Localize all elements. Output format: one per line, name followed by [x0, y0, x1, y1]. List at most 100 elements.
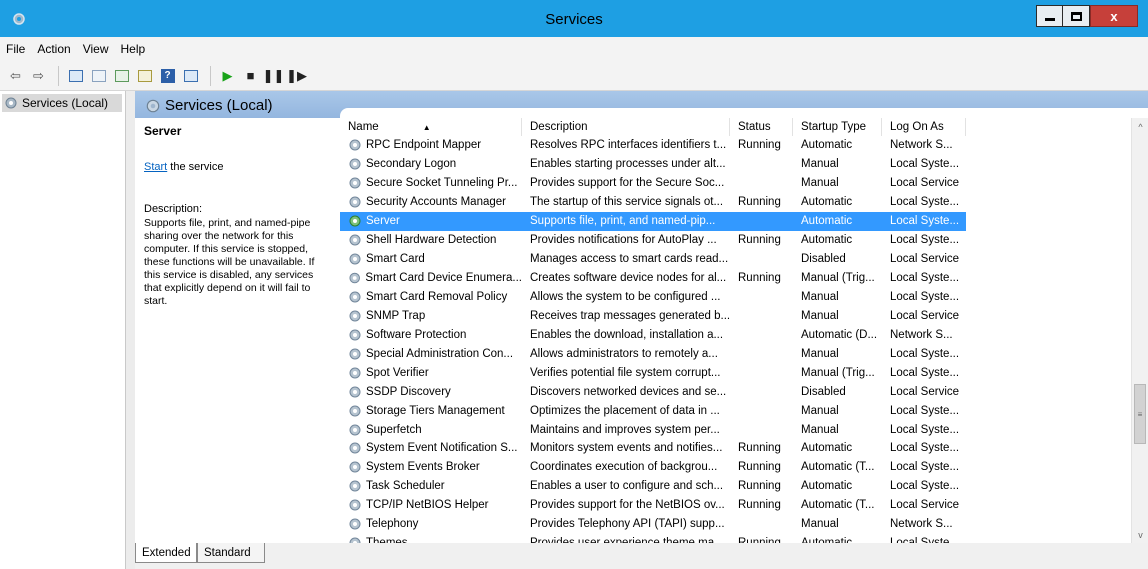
service-gear-icon: [349, 310, 361, 322]
column-header-status[interactable]: Status: [730, 118, 793, 136]
cell-logon: Network S...: [890, 139, 953, 152]
column-header-name[interactable]: Name ▲: [340, 118, 522, 136]
service-name: Server: [366, 215, 400, 228]
table-row[interactable]: Spot Verifier Verifies potential file sys…: [340, 363, 966, 382]
table-row[interactable]: Telephony Provides Telephony API (TAPI) s…: [340, 515, 966, 534]
stop-service-icon[interactable]: ■: [241, 66, 260, 85]
cell-name: SSDP Discovery: [348, 382, 522, 401]
cell-startup: Manual: [801, 158, 839, 171]
column-header-startup-type[interactable]: Startup Type: [793, 118, 882, 136]
table-row[interactable]: Server Supports file, print, and named-pi…: [340, 211, 966, 231]
service-gear-icon: [349, 234, 361, 246]
table-row[interactable]: Task Scheduler Enables a user to configur…: [340, 477, 966, 496]
service-gear-icon: [349, 139, 361, 151]
export-list-icon[interactable]: [135, 66, 154, 85]
cell-status: Running: [738, 139, 781, 152]
table-row[interactable]: Smart Card Device Enumera... Creates soft…: [340, 269, 966, 288]
pause-service-icon[interactable]: ❚❚: [263, 66, 285, 85]
cell-logon: Local Syste...: [890, 404, 960, 417]
vertical-scrollbar[interactable]: ^ ≡ v: [1131, 118, 1148, 543]
scroll-thumb[interactable]: ≡: [1134, 384, 1146, 444]
service-gear-icon: [349, 253, 361, 265]
cell-logon: Local Service: [890, 309, 960, 322]
cell-description: Discovers networked devices and se...: [530, 385, 727, 398]
maximize-icon: [1070, 11, 1082, 21]
service-rows: RPC Endpoint Mapper Resolves RPC interfac…: [340, 136, 966, 553]
cell-startup: Automatic (T...: [801, 499, 875, 512]
cell-name: Superfetch: [348, 420, 522, 439]
cell-logon: Local Syste...: [890, 347, 960, 360]
cell-description: Allows the system to be configured ...: [530, 290, 721, 303]
cell-logon: Local Service: [890, 253, 960, 266]
menu-file[interactable]: File: [6, 42, 25, 56]
table-row[interactable]: Secure Socket Tunneling Pr... Provides su…: [340, 174, 966, 193]
table-row[interactable]: Smart Card Manages access to smart cards …: [340, 250, 966, 269]
table-row[interactable]: System Events Broker Coordinates executio…: [340, 458, 966, 477]
cell-name: Shell Hardware Detection: [348, 231, 522, 250]
tree-item-services-local[interactable]: Services (Local): [2, 94, 122, 112]
table-row[interactable]: Storage Tiers Management Optimizes the pl…: [340, 401, 966, 420]
service-name: Software Protection: [366, 328, 467, 341]
cell-logon: Local Syste...: [890, 234, 960, 247]
service-name: Secure Socket Tunneling Pr...: [366, 177, 518, 190]
restart-service-icon[interactable]: ❚▶: [286, 66, 307, 85]
cell-logon: Local Syste...: [890, 215, 960, 228]
properties-icon[interactable]: [89, 66, 108, 85]
table-row[interactable]: SSDP Discovery Discovers networked device…: [340, 382, 966, 401]
table-row[interactable]: RPC Endpoint Mapper Resolves RPC interfac…: [340, 136, 966, 155]
pane-splitter[interactable]: [126, 91, 135, 569]
cell-description: Enables a user to configure and sch...: [530, 480, 724, 493]
column-header-description[interactable]: Description: [522, 118, 730, 136]
minimize-button[interactable]: [1036, 5, 1063, 27]
refresh-icon[interactable]: [112, 66, 131, 85]
cell-status: [738, 288, 793, 307]
service-name: Telephony: [366, 518, 419, 531]
menu-view[interactable]: View: [83, 42, 109, 56]
table-row[interactable]: Smart Card Removal Policy Allows the syst…: [340, 288, 966, 307]
service-name: Security Accounts Manager: [366, 196, 506, 209]
table-row[interactable]: Software Protection Enables the download,…: [340, 325, 966, 344]
tab-extended[interactable]: Extended: [135, 543, 197, 563]
start-service-icon[interactable]: ▶: [218, 66, 237, 85]
cell-startup: Automatic (D...: [801, 328, 878, 341]
table-row[interactable]: Security Accounts Manager The startup of …: [340, 193, 966, 212]
close-button[interactable]: x: [1090, 5, 1138, 27]
cell-description: Coordinates execution of backgrou...: [530, 461, 718, 474]
scroll-up-icon[interactable]: ^: [1132, 118, 1148, 135]
cell-description: Manages access to smart cards read...: [530, 253, 729, 266]
scroll-down-icon[interactable]: v: [1132, 526, 1148, 543]
service-gear-icon: [349, 518, 361, 530]
table-row[interactable]: Superfetch Maintains and improves system …: [340, 420, 966, 439]
cell-status: [738, 174, 793, 193]
start-service-link[interactable]: Start: [144, 161, 167, 173]
table-row[interactable]: SNMP Trap Receives trap messages generate…: [340, 306, 966, 325]
maximize-button[interactable]: [1063, 5, 1090, 27]
service-gear-icon: [349, 386, 361, 398]
forward-arrow-icon[interactable]: ⇨: [29, 66, 48, 85]
cell-logon: Local Syste...: [890, 366, 960, 379]
cell-logon: Local Syste...: [890, 461, 960, 474]
console-tree-icon[interactable]: [66, 66, 85, 85]
table-row[interactable]: Shell Hardware Detection Provides notific…: [340, 231, 966, 250]
cell-logon: Local Service: [890, 177, 960, 190]
back-arrow-icon[interactable]: ⇦: [6, 66, 25, 85]
help-icon[interactable]: ?: [158, 66, 177, 85]
cell-startup: Automatic: [801, 196, 853, 209]
cell-logon: Local Syste...: [890, 158, 960, 171]
cell-name: Smart Card: [348, 250, 522, 269]
menu-action[interactable]: Action: [37, 42, 70, 56]
table-row[interactable]: System Event Notification S... Monitors s…: [340, 439, 966, 458]
menu-help[interactable]: Help: [121, 42, 146, 56]
show-hide-icon[interactable]: [181, 66, 200, 85]
table-row[interactable]: TCP/IP NetBIOS Helper Provides support fo…: [340, 496, 966, 515]
cell-name: Software Protection: [348, 325, 522, 344]
cell-description: Allows administrators to remotely a...: [530, 347, 718, 360]
cell-startup: Manual: [801, 404, 839, 417]
tab-standard[interactable]: Standard: [197, 543, 265, 563]
table-row[interactable]: Special Administration Con... Allows admi…: [340, 344, 966, 363]
table-row[interactable]: Secondary Logon Enables starting processe…: [340, 155, 966, 174]
service-gear-icon: [349, 177, 361, 189]
cell-startup: Manual (Trig...: [801, 272, 875, 285]
column-header-log-on-as[interactable]: Log On As: [882, 118, 966, 136]
service-name: Superfetch: [366, 423, 422, 436]
